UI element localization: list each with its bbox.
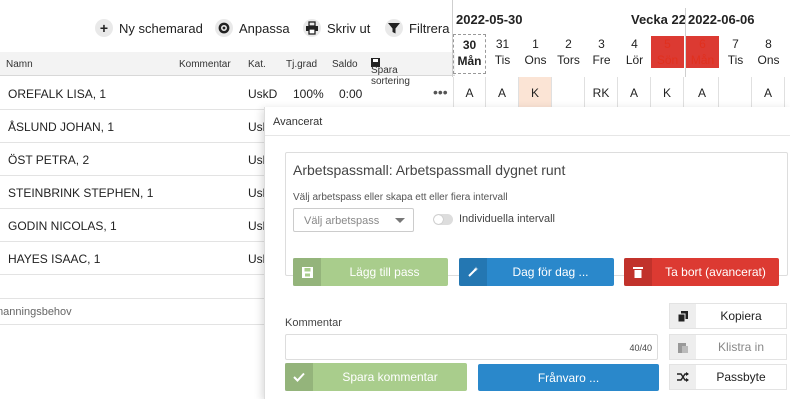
toggle-label: Individuella intervall bbox=[459, 213, 555, 225]
schedule-cell[interactable]: K bbox=[651, 77, 684, 110]
comment-input[interactable]: 40/40 bbox=[285, 334, 658, 360]
advanced-panel: Avancerat Arbetspassmall: Arbetspassmall… bbox=[264, 107, 790, 399]
schedule-cell[interactable] bbox=[552, 77, 585, 110]
paste-button[interactable]: Klistra in bbox=[669, 334, 787, 360]
schedule-cell[interactable]: A bbox=[486, 77, 519, 110]
row-more-button[interactable]: ••• bbox=[433, 84, 448, 100]
day-by-day-button[interactable]: Dag för dag ... bbox=[459, 258, 614, 286]
header-saldo[interactable]: Saldo bbox=[332, 59, 358, 70]
day-header[interactable]: 31 Tis bbox=[486, 36, 519, 68]
day-header[interactable]: 2 Tors bbox=[552, 36, 585, 68]
schedule-cell[interactable] bbox=[719, 77, 752, 110]
schedule-cell[interactable]: A bbox=[686, 77, 719, 110]
copy-button[interactable]: Kopiera bbox=[669, 303, 787, 329]
new-scheduled-button[interactable]: + Ny schemarad bbox=[95, 14, 203, 42]
staffing-label: manningsbehov bbox=[0, 306, 72, 318]
shift-select[interactable]: Välj arbetspass bbox=[293, 208, 414, 232]
row-name: STEINBRINK STEPHEN, 1 bbox=[8, 186, 154, 200]
week-start-date: 2022-05-30 bbox=[456, 12, 523, 27]
panel-divider bbox=[265, 135, 790, 136]
header-comment[interactable]: Kommentar bbox=[179, 59, 231, 70]
schedule-cell[interactable]: A bbox=[752, 77, 785, 110]
absence-button[interactable]: Frånvaro ... bbox=[478, 364, 659, 391]
comment-label: Kommentar bbox=[285, 317, 342, 329]
char-counter: 40/40 bbox=[629, 343, 652, 353]
magic-wand-icon bbox=[459, 258, 487, 286]
header-tj[interactable]: Tj.grad bbox=[286, 59, 317, 70]
template-title: Arbetspassmall: Arbetspassmall dygnet ru… bbox=[293, 162, 566, 178]
day-header[interactable]: 1 Ons bbox=[519, 36, 552, 68]
header-cat[interactable]: Kat. bbox=[248, 59, 266, 70]
copy-icon bbox=[670, 304, 696, 328]
row-name: ÅSLUND JOHAN, 1 bbox=[8, 120, 115, 134]
delete-advanced-button[interactable]: Ta bort (avancerat) bbox=[624, 258, 779, 286]
chevron-down-icon bbox=[395, 218, 405, 223]
filter-button[interactable]: Filtrera bbox=[385, 14, 449, 42]
plus-icon: + bbox=[95, 19, 113, 37]
row-name: HAYES ISAAC, 1 bbox=[8, 252, 101, 266]
save-comment-button[interactable]: Spara kommentar bbox=[285, 363, 467, 391]
swap-button[interactable]: Passbyte bbox=[669, 364, 787, 390]
header-name[interactable]: Namn bbox=[6, 59, 33, 70]
toggle-knob bbox=[434, 215, 443, 224]
day-header[interactable]: 5 Sön bbox=[651, 36, 684, 68]
individual-toggle[interactable] bbox=[433, 214, 453, 225]
template-hint: Välj arbetspass eller skapa ett eller fi… bbox=[293, 192, 508, 203]
printer-icon bbox=[303, 19, 321, 37]
day-header[interactable]: 4 Lör bbox=[618, 36, 651, 68]
day-header[interactable]: 30 Mån bbox=[453, 34, 486, 74]
row-tj: 100% bbox=[293, 87, 324, 101]
week-number: Vecka 22 bbox=[631, 12, 686, 27]
panel-title: Avancerat bbox=[273, 116, 323, 128]
day-header[interactable]: 6 Mån bbox=[686, 36, 719, 68]
trash-icon bbox=[624, 258, 652, 286]
add-pass-button[interactable]: Lägg till pass bbox=[293, 258, 448, 286]
schedule-cell[interactable]: A bbox=[618, 77, 651, 110]
save-sort-button[interactable]: Spara sortering bbox=[371, 58, 410, 87]
table-header: Namn Kommentar Kat. Tj.grad Saldo Spara … bbox=[0, 52, 455, 87]
next-week-date: 2022-06-06 bbox=[688, 12, 755, 27]
table-row[interactable]: OREFALK LISA, 1 UskD 100% 0:00 ••• bbox=[0, 77, 455, 110]
schedule-cell-selected[interactable]: K bbox=[519, 77, 552, 110]
gear-icon bbox=[215, 19, 233, 37]
new-scheduled-label: Ny schemarad bbox=[119, 20, 203, 36]
shift-select-placeholder: Välj arbetspass bbox=[304, 215, 380, 227]
row-cat: UskD bbox=[248, 87, 278, 101]
shuffle-icon bbox=[670, 365, 696, 389]
day-header[interactable]: 3 Fre bbox=[585, 36, 618, 68]
customize-button[interactable]: Anpassa bbox=[215, 14, 290, 42]
template-box: Arbetspassmall: Arbetspassmall dygnet ru… bbox=[285, 152, 788, 286]
row-name: GODIN NICOLAS, 1 bbox=[8, 219, 117, 233]
row-name: OREFALK LISA, 1 bbox=[8, 87, 107, 101]
filter-label: Filtrera bbox=[409, 20, 450, 36]
schedule-cell[interactable]: A bbox=[453, 77, 486, 110]
print-button[interactable]: Skriv ut bbox=[303, 14, 370, 42]
print-label: Skriv ut bbox=[327, 20, 371, 36]
row-saldo: 0:00 bbox=[339, 87, 363, 101]
day-header[interactable]: 7 Tis bbox=[719, 36, 752, 68]
schedule-cell[interactable]: RK bbox=[585, 77, 618, 110]
customize-label: Anpassa bbox=[239, 20, 290, 36]
filter-icon bbox=[385, 19, 403, 37]
row-name: ÖST PETRA, 2 bbox=[8, 153, 90, 167]
save-icon bbox=[293, 258, 321, 286]
paste-icon bbox=[670, 335, 696, 359]
check-icon bbox=[285, 363, 313, 391]
day-header[interactable]: 8 Ons bbox=[752, 36, 785, 68]
